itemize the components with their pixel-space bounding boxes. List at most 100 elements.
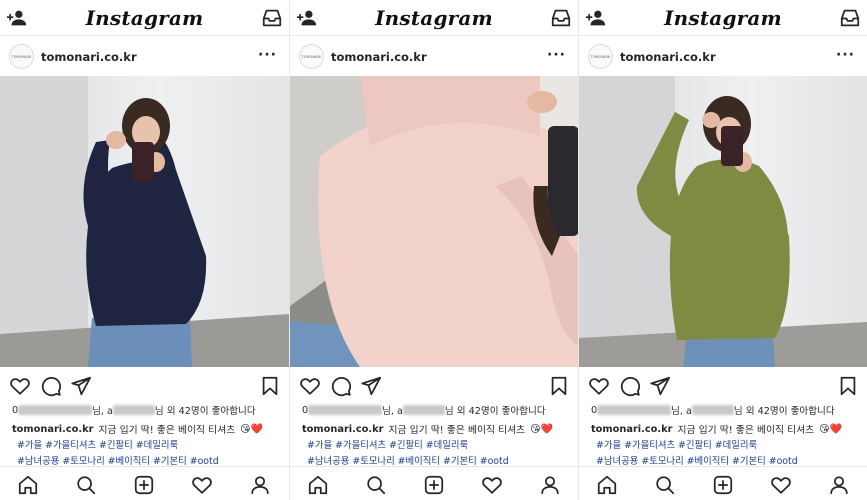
home-icon[interactable]: [17, 474, 39, 496]
post-username[interactable]: tomonari.co.kr: [620, 50, 716, 64]
comment-icon[interactable]: [330, 375, 352, 397]
bookmark-icon[interactable]: [837, 375, 859, 397]
profile-icon[interactable]: [828, 474, 850, 496]
post-photo-image: [290, 76, 578, 367]
post-username[interactable]: tomonari.co.kr: [331, 50, 427, 64]
hashtags-line-2[interactable]: #남녀공용 #토모나리 #베이직티 #기본티 #ootd: [307, 453, 509, 467]
activity-icon[interactable]: [481, 474, 503, 496]
blurred-username: [402, 405, 445, 415]
top-app-bar: Instagram: [579, 0, 867, 36]
avatar[interactable]: TOMONARI: [299, 44, 324, 69]
caption-text: 지금 입기 딱! 좋은 베이직 티셔츠: [388, 425, 526, 436]
caption-text: 지금 입기 딱! 좋은 베이직 티셔츠: [98, 425, 236, 436]
blurred-username: [112, 405, 155, 415]
post-header: TOMONARI tomonari.co.kr ···: [290, 37, 578, 76]
heart-icon[interactable]: [588, 375, 610, 397]
instagram-screen-2: Instagram TOMONARI tomonari.co.kr ··· 0 …: [289, 0, 578, 500]
post-caption: tomonari.co.kr 지금 입기 딱! 좋은 베이직 티셔츠 😘❤️: [302, 422, 554, 437]
bookmark-icon[interactable]: [259, 375, 281, 397]
likes-separator: 님, a: [92, 406, 113, 417]
blurred-username: [18, 405, 93, 415]
caption-emojis: 😘❤️: [819, 423, 843, 435]
avatar-logo-text: TOMONARI: [590, 54, 611, 59]
more-options-icon[interactable]: ···: [836, 48, 855, 62]
post-header: TOMONARI tomonari.co.kr ···: [0, 37, 289, 76]
post-photo[interactable]: [290, 76, 578, 367]
hashtags-line-2[interactable]: #남녀공용 #토모나리 #베이직티 #기본티 #ootd: [17, 453, 219, 467]
post-header: TOMONARI tomonari.co.kr ···: [579, 37, 867, 76]
search-icon[interactable]: [365, 474, 387, 496]
inbox-icon[interactable]: [550, 7, 572, 29]
bottom-nav: [290, 466, 578, 500]
hashtags-line-1[interactable]: #가을 #가을티셔츠 #긴팔티 #데일리룩: [596, 437, 757, 451]
post-username[interactable]: tomonari.co.kr: [41, 50, 137, 64]
post-action-bar: [579, 373, 867, 399]
profile-icon[interactable]: [539, 474, 561, 496]
share-icon[interactable]: [360, 375, 382, 397]
activity-icon[interactable]: [191, 474, 213, 496]
instagram-logo: Instagram: [664, 5, 782, 30]
hashtags-line-2[interactable]: #남녀공용 #토모나리 #베이직티 #기본티 #ootd: [596, 453, 798, 467]
hashtags-line-1[interactable]: #가을 #가을티셔츠 #긴팔티 #데일리룩: [17, 437, 178, 451]
post-caption: tomonari.co.kr 지금 입기 딱! 좋은 베이직 티셔츠 😘❤️: [12, 422, 264, 437]
likes-line[interactable]: 0 님, a님 외 42명이 좋아합니다: [591, 403, 835, 418]
post-photo[interactable]: [0, 76, 289, 367]
heart-icon[interactable]: [299, 375, 321, 397]
blurred-username: [597, 405, 672, 415]
bookmark-icon[interactable]: [548, 375, 570, 397]
post-photo[interactable]: [579, 76, 867, 367]
comment-icon[interactable]: [619, 375, 641, 397]
more-options-icon[interactable]: ···: [258, 48, 277, 62]
caption-username[interactable]: tomonari.co.kr: [591, 424, 672, 435]
profile-icon[interactable]: [249, 474, 271, 496]
heart-icon[interactable]: [9, 375, 31, 397]
add-user-icon[interactable]: [6, 7, 28, 29]
more-options-icon[interactable]: ···: [547, 48, 566, 62]
caption-username[interactable]: tomonari.co.kr: [12, 424, 93, 435]
hashtags-line-1[interactable]: #가을 #가을티셔츠 #긴팔티 #데일리룩: [307, 437, 468, 451]
search-icon[interactable]: [75, 474, 97, 496]
add-user-icon[interactable]: [296, 7, 318, 29]
post-photo-image: [0, 76, 289, 367]
share-icon[interactable]: [70, 375, 92, 397]
instagram-screen-3: Instagram TOMONARI tomonari.co.kr ··· 0 …: [578, 0, 867, 500]
home-icon[interactable]: [596, 474, 618, 496]
post-photo-image: [579, 76, 867, 367]
post-action-bar: [290, 373, 578, 399]
likes-separator: 님, a: [382, 406, 403, 417]
add-user-icon[interactable]: [585, 7, 607, 29]
share-icon[interactable]: [649, 375, 671, 397]
blurred-username: [308, 405, 383, 415]
avatar-logo-text: TOMONARI: [11, 54, 32, 59]
bottom-nav: [579, 466, 867, 500]
activity-icon[interactable]: [770, 474, 792, 496]
top-app-bar: Instagram: [0, 0, 289, 36]
add-post-icon[interactable]: [712, 474, 734, 496]
instagram-logo: Instagram: [85, 5, 204, 30]
likes-line[interactable]: 0 님, a님 외 42명이 좋아합니다: [12, 403, 256, 418]
likes-count: 님 외 42명이 좋아합니다: [733, 406, 835, 417]
likes-separator: 님, a: [671, 406, 692, 417]
top-app-bar: Instagram: [290, 0, 578, 36]
caption-username[interactable]: tomonari.co.kr: [302, 424, 383, 435]
comment-icon[interactable]: [40, 375, 62, 397]
inbox-icon[interactable]: [839, 7, 861, 29]
caption-text: 지금 입기 딱! 좋은 베이직 티셔츠: [677, 425, 815, 436]
home-icon[interactable]: [307, 474, 329, 496]
likes-line[interactable]: 0 님, a님 외 42명이 좋아합니다: [302, 403, 546, 418]
avatar-logo-text: TOMONARI: [301, 54, 322, 59]
search-icon[interactable]: [654, 474, 676, 496]
likes-count: 님 외 42명이 좋아합니다: [154, 406, 256, 417]
instagram-logo: Instagram: [375, 5, 493, 30]
avatar[interactable]: TOMONARI: [588, 44, 613, 69]
inbox-icon[interactable]: [261, 7, 283, 29]
caption-emojis: 😘❤️: [240, 423, 264, 435]
blurred-username: [691, 405, 734, 415]
caption-emojis: 😘❤️: [530, 423, 554, 435]
add-post-icon[interactable]: [423, 474, 445, 496]
likes-count: 님 외 42명이 좋아합니다: [444, 406, 546, 417]
avatar[interactable]: TOMONARI: [9, 44, 34, 69]
instagram-screens: Instagram TOMONARI tomonari.co.kr ··· 0 …: [0, 0, 867, 500]
add-post-icon[interactable]: [133, 474, 155, 496]
post-action-bar: [0, 373, 289, 399]
